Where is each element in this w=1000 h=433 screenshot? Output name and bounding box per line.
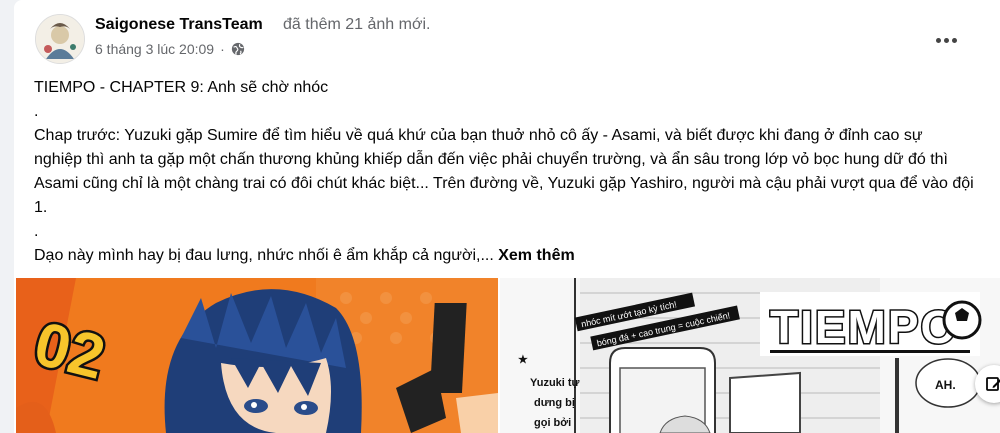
post-last-line: Dạo này mình hay bị đau lưng, nhức nhối … (34, 244, 974, 268)
post-dot-line: . (34, 103, 39, 120)
post-meta: 6 tháng 3 lúc 20:09 · (95, 41, 245, 57)
page-name-link[interactable]: Saigonese TransTeam (95, 16, 263, 34)
speech-text: AH. (935, 378, 956, 392)
globe-icon[interactable] (231, 42, 245, 56)
post-body: TIEMPO - CHAPTER 9: Anh sẽ chờ nhóc . Ch… (34, 76, 974, 268)
photo-manga-page[interactable]: nhóc mít ướt tạo kỳ tích! bóng đá + cao … (500, 278, 1000, 433)
meta-separator: · (220, 41, 225, 57)
side-text-3: gọi bởi (534, 417, 571, 429)
photo-manga-cover[interactable]: 02 (16, 278, 498, 433)
svg-text:★: ★ (518, 354, 528, 366)
side-text-2: dưng bị (534, 397, 575, 409)
more-options-icon[interactable] (928, 22, 964, 58)
facebook-post: Saigonese TransTeam đã thêm 21 ảnh mới. … (14, 0, 1000, 433)
post-title-line: TIEMPO - CHAPTER 9: Anh sẽ chờ nhóc (34, 79, 329, 96)
post-timestamp[interactable]: 6 tháng 3 lúc 20:09 (95, 41, 214, 57)
post-last-line-text: Dạo này mình hay bị đau lưng, nhức nhối … (34, 247, 494, 264)
see-more-link[interactable]: Xem thêm (498, 247, 574, 264)
side-text-1: Yuzuki tự (530, 377, 580, 389)
page-avatar[interactable] (35, 14, 85, 64)
post-dot-line: . (34, 223, 39, 240)
tiempo-logo: TIEMPO (770, 301, 958, 353)
post-action-text: đã thêm 21 ảnh mới. (283, 16, 431, 33)
post-paragraph: Chap trước: Yuzuki gặp Sumire để tìm hiể… (34, 127, 974, 216)
